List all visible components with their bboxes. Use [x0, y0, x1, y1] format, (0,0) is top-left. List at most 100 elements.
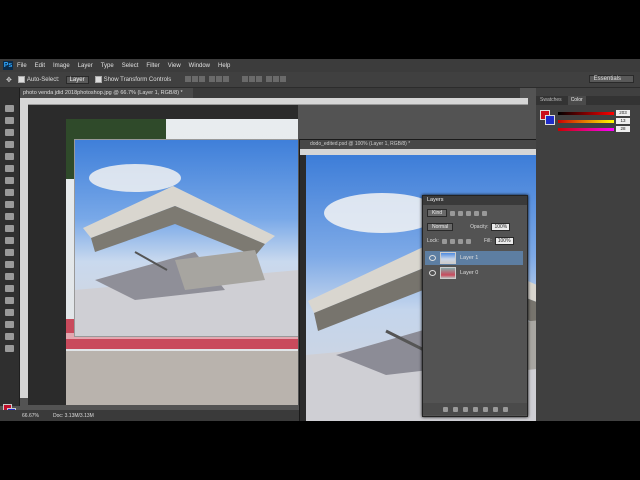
- opacity-input[interactable]: 100%: [491, 223, 511, 231]
- crop-icon[interactable]: [5, 153, 14, 160]
- blue-value[interactable]: 28: [616, 126, 630, 132]
- lock-transparent-icon[interactable]: [441, 238, 447, 244]
- gradient-icon[interactable]: [5, 237, 14, 244]
- eyedropper-icon[interactable]: [5, 165, 14, 172]
- filter-adjustment-icon[interactable]: [458, 210, 464, 216]
- layer-name[interactable]: Layer 1: [460, 255, 478, 261]
- align-center-icon[interactable]: [216, 75, 223, 82]
- fill-input[interactable]: 100%: [494, 237, 514, 245]
- healing-brush-icon[interactable]: [5, 177, 14, 184]
- layers-panel[interactable]: Layers Kind Normal Opacity: 100% Lock: F…: [422, 195, 528, 417]
- lock-position-icon[interactable]: [457, 238, 463, 244]
- clone-stamp-icon[interactable]: [5, 201, 14, 208]
- layer-filter-kind-dropdown[interactable]: Kind: [427, 209, 448, 217]
- marquee-tool-icon[interactable]: [5, 117, 14, 124]
- align-top-icon[interactable]: [185, 75, 192, 82]
- lock-image-icon[interactable]: [449, 238, 455, 244]
- adjustment-icon[interactable]: [472, 406, 478, 412]
- menu-type[interactable]: Type: [101, 63, 114, 69]
- menu-layer[interactable]: Layer: [78, 63, 93, 69]
- layers-panel-title[interactable]: Layers: [423, 196, 527, 205]
- red-slider[interactable]: [558, 112, 614, 115]
- dodge-icon[interactable]: [5, 261, 14, 268]
- eraser-icon[interactable]: [5, 225, 14, 232]
- distribute-buttons[interactable]: [242, 75, 287, 84]
- horizontal-ruler: [28, 98, 528, 105]
- history-brush-icon[interactable]: [5, 213, 14, 220]
- tab-color[interactable]: Color: [567, 96, 586, 105]
- lasso-tool-icon[interactable]: [5, 129, 14, 136]
- distribute-top-icon[interactable]: [242, 75, 249, 82]
- shape-icon[interactable]: [5, 309, 14, 316]
- distribute-center-icon[interactable]: [273, 75, 280, 82]
- auto-select-target-dropdown[interactable]: Layer: [65, 75, 89, 84]
- layer-row-layer-0[interactable]: Layer 0: [425, 266, 523, 280]
- filter-pixel-icon[interactable]: [450, 210, 456, 216]
- folder-icon[interactable]: [482, 406, 488, 412]
- align-middle-icon[interactable]: [192, 75, 199, 82]
- menu-view[interactable]: View: [168, 63, 181, 69]
- layer-thumbnail: [440, 267, 456, 279]
- filter-type-icon[interactable]: [466, 210, 472, 216]
- layer-1-photo[interactable]: [74, 139, 298, 337]
- layers-panel-footer: [423, 403, 527, 415]
- blue-slider[interactable]: [558, 128, 614, 131]
- menu-help[interactable]: Help: [218, 63, 230, 69]
- menu-filter[interactable]: Filter: [146, 63, 159, 69]
- zoom-icon[interactable]: [5, 333, 14, 340]
- align-left-icon[interactable]: [209, 75, 216, 82]
- tab-swatches[interactable]: Swatches: [540, 96, 562, 105]
- menu-select[interactable]: Select: [122, 63, 139, 69]
- menu-image[interactable]: Image: [53, 63, 70, 69]
- green-value[interactable]: 13: [616, 118, 630, 124]
- layer-thumbnail: [440, 252, 456, 264]
- filter-shape-icon[interactable]: [474, 210, 480, 216]
- distribute-bottom-icon[interactable]: [256, 75, 263, 82]
- type-icon[interactable]: [5, 285, 14, 292]
- menu-file[interactable]: File: [17, 63, 27, 69]
- distribute-right-icon[interactable]: [280, 75, 287, 82]
- status-bar: 66.67% Doc: 3.13M/3.13M: [0, 410, 300, 421]
- menu-window[interactable]: Window: [189, 63, 210, 69]
- distribute-left-icon[interactable]: [266, 75, 273, 82]
- blur-icon[interactable]: [5, 249, 14, 256]
- eye-icon[interactable]: [429, 255, 436, 261]
- new-layer-icon[interactable]: [492, 406, 498, 412]
- layer-name[interactable]: Layer 0: [460, 270, 478, 276]
- lock-all-icon[interactable]: [465, 238, 471, 244]
- trash-icon[interactable]: [502, 406, 508, 412]
- red-value[interactable]: 203: [616, 110, 630, 116]
- color-panel-background-swatch[interactable]: [545, 115, 555, 125]
- pen-icon[interactable]: [5, 273, 14, 280]
- eye-icon[interactable]: [429, 270, 436, 276]
- photoshop-logo: Ps: [3, 61, 13, 70]
- document-tab-bar: photo venda jdid 2018photoshop.jpg @ 66.…: [20, 88, 520, 98]
- auto-select-checkbox[interactable]: Auto-Select:: [17, 75, 60, 84]
- show-transform-checkbox[interactable]: Show Transform Controls: [94, 75, 171, 83]
- zoom-level[interactable]: 66.67%: [22, 413, 39, 419]
- move-tool-icon[interactable]: ✥: [6, 76, 12, 84]
- path-select-icon[interactable]: [5, 297, 14, 304]
- link-icon[interactable]: [442, 406, 448, 412]
- distribute-middle-icon[interactable]: [249, 75, 256, 82]
- fx-icon[interactable]: [452, 406, 458, 412]
- hand-icon[interactable]: [5, 321, 14, 328]
- align-buttons[interactable]: [185, 75, 230, 84]
- auto-select-label: Auto-Select:: [26, 77, 60, 84]
- align-bottom-icon[interactable]: [199, 75, 206, 82]
- filter-smart-object-icon[interactable]: [482, 210, 488, 216]
- edit-toolbar-icon[interactable]: [5, 345, 14, 352]
- brush-icon[interactable]: [5, 189, 14, 196]
- blend-mode-dropdown[interactable]: Normal: [427, 223, 454, 231]
- green-slider[interactable]: [558, 120, 614, 123]
- menu-edit[interactable]: Edit: [35, 63, 45, 69]
- align-right-icon[interactable]: [223, 75, 230, 82]
- quick-select-icon[interactable]: [5, 141, 14, 148]
- mask-icon[interactable]: [462, 406, 468, 412]
- canvas-area[interactable]: [28, 105, 298, 405]
- move-tool-icon[interactable]: [5, 105, 14, 112]
- workspace-dropdown[interactable]: Essentials: [588, 75, 634, 83]
- document-tab[interactable]: photo venda jdid 2018photoshop.jpg @ 66.…: [20, 88, 193, 98]
- layer-row-layer-1[interactable]: Layer 1: [425, 251, 523, 265]
- building-render: [75, 164, 298, 336]
